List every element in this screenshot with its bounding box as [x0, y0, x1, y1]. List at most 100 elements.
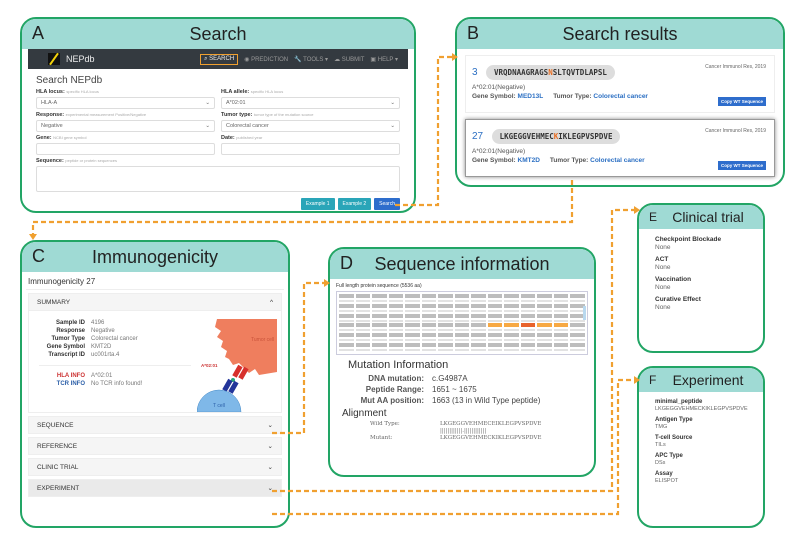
sequence-position-number: [388, 319, 404, 322]
gene-symbol-link[interactable]: KMT2D: [518, 157, 540, 164]
example-2-button[interactable]: Example 2: [337, 198, 372, 210]
nav-submit[interactable]: ☁ SUBMIT: [334, 56, 364, 63]
result-card-selected[interactable]: 27 LKGEGGVEHMECKIKLEGPVSPDVE Cancer Immu…: [465, 119, 775, 177]
sequence-position-number: [520, 309, 536, 312]
brand-link[interactable]: NEPdb: [66, 54, 95, 64]
accordion-clinic-trial[interactable]: CLINIC TRIAL ⌄: [28, 458, 282, 476]
protein-sequence-viewer[interactable]: [336, 291, 588, 355]
sequence-block: [339, 313, 354, 318]
field-value: None: [655, 304, 671, 311]
field-value: DSs: [655, 460, 666, 466]
summary-body: Sample ID 4196 Response Negative Tumor Type C…: [28, 311, 282, 413]
tumor-type-link[interactable]: Colorectal cancer: [590, 157, 645, 164]
hla-allele-select[interactable]: A*02:01 ⌄: [221, 97, 400, 109]
sequence-position-number: [471, 299, 486, 302]
accordion-sequence[interactable]: SEQUENCE ⌄: [28, 416, 282, 434]
nav-search[interactable]: ⌕ SEARCH: [200, 53, 239, 65]
sequence-position-number: [355, 329, 371, 332]
sequence-position-number: [471, 319, 486, 322]
sequence-position-number: [553, 329, 569, 332]
sequence-block: [405, 303, 420, 308]
sequence-position-number: [421, 339, 437, 342]
sequence-position-number: [388, 309, 404, 312]
nepdb-logo-icon[interactable]: [48, 53, 60, 65]
sequence-block: [570, 294, 585, 298]
field-value: None: [655, 244, 671, 251]
sequence-position-number: [438, 329, 453, 332]
tumor-type-label: Tumor Type:: [549, 157, 589, 164]
sequence-block: [537, 333, 552, 338]
sequence-position-number: [570, 339, 585, 342]
sequence-block: [570, 343, 585, 348]
panel-title: Sequence information: [374, 253, 550, 274]
sequence-block: [438, 343, 453, 348]
sequence-block: [537, 343, 552, 348]
sequence-block: [520, 343, 536, 348]
nav-prediction[interactable]: ◉ PREDICTION: [244, 56, 288, 63]
date-input[interactable]: [221, 143, 400, 155]
sequence-position-number: [405, 339, 420, 342]
result-id-link[interactable]: 3: [472, 67, 478, 78]
accordion-summary[interactable]: SUMMARY ^: [28, 293, 282, 311]
tumor-type-select[interactable]: Colorectal cancer ⌄: [221, 120, 400, 132]
sequence-position-number: [454, 329, 470, 332]
search-button[interactable]: Search: [374, 198, 400, 210]
sequence-position-number: [339, 319, 354, 322]
field-value: LKGEGGVEHMECKIKLEGPVSPDVE: [655, 406, 748, 412]
sequence-block: [421, 323, 437, 328]
sequence-block: [553, 323, 569, 328]
response-select[interactable]: Negative ⌄: [36, 120, 215, 132]
nav-tools[interactable]: 🔧 TOOLS ▾: [294, 56, 328, 63]
alignment-match-row: ||||||||||||.||||||||||||: [440, 428, 487, 434]
result-id-link[interactable]: 27: [472, 131, 483, 142]
tumor-type-value: Colorectal cancer: [226, 123, 269, 129]
sequence-position-number: [537, 309, 552, 312]
sequence-block: [520, 323, 536, 328]
copy-wt-sequence-button[interactable]: Copy WT Sequence: [717, 97, 766, 106]
mutation-info-key: Mut AA position:: [360, 396, 424, 405]
scrollbar[interactable]: [583, 306, 586, 320]
sequence-position-number: [487, 339, 503, 342]
gene-symbol-link[interactable]: MED13L: [518, 93, 544, 100]
sequence-block: [438, 303, 453, 308]
sequence-position-number: [520, 329, 536, 332]
gene-input[interactable]: [36, 143, 215, 155]
sequence-position-number: [570, 329, 585, 332]
accordion-reference[interactable]: REFERENCE ⌄: [28, 437, 282, 455]
sequence-position-number: [355, 319, 371, 322]
alignment-mt-row: Mutant: LKGEGGVEHMECKIKLEGPVSPDVE: [370, 435, 542, 441]
navbar: NEPdb ⌕ SEARCH ◉ PREDICTION 🔧 TOOLS ▾ ☁ …: [28, 49, 408, 69]
accordion-label: CLINIC TRIAL: [37, 463, 79, 471]
copy-wt-sequence-button[interactable]: Copy WT Sequence: [717, 161, 766, 170]
tumor-cell-label: Tumor cell: [251, 337, 274, 343]
nav-help[interactable]: ▣ HELP ▾: [370, 56, 398, 63]
tumor-type-link[interactable]: Colorectal cancer: [593, 93, 648, 100]
example-1-button[interactable]: Example 1: [300, 198, 335, 210]
gene-label: Gene: NCBI gene symbol: [36, 135, 87, 141]
sequence-block: [553, 343, 569, 348]
chevron-down-icon: ⌄: [390, 123, 395, 129]
sequence-block: [339, 294, 354, 298]
sequence-textarea[interactable]: [36, 166, 400, 192]
sequence-block: [520, 303, 536, 308]
nav-help-label: HELP ▾: [377, 56, 398, 63]
gene-symbol-label: Gene Symbol:: [472, 93, 516, 100]
sequence-block: [537, 303, 552, 308]
mutation-info-value: 1651 ~ 1675: [432, 385, 477, 394]
summary-value: KMT2D: [91, 344, 112, 350]
experiment-panel: F Experiment minimal_peptide LKGEGGVEHMEC…: [637, 366, 765, 528]
hla-locus-select[interactable]: HLA-A ⌄: [36, 97, 215, 109]
field-value: None: [655, 284, 671, 291]
chevron-down-icon: ⌄: [267, 464, 273, 471]
sequence-position-number: [421, 329, 437, 332]
sequence-position-number: [471, 349, 486, 352]
sequence-position-number: [438, 309, 453, 312]
sequence-position-number: [438, 299, 453, 302]
sequence-position-number: [454, 339, 470, 342]
chevron-down-icon: ⌄: [267, 422, 273, 429]
accordion-label: EXPERIMENT: [37, 484, 80, 492]
sequence-block: [388, 294, 404, 298]
result-card[interactable]: 3 VRQDNAAGRAGSNSLTQVTDLAPSL Cancer Immun…: [465, 55, 775, 113]
sequence-position-number: [537, 349, 552, 352]
accordion-experiment[interactable]: EXPERIMENT ⌄: [28, 479, 282, 497]
